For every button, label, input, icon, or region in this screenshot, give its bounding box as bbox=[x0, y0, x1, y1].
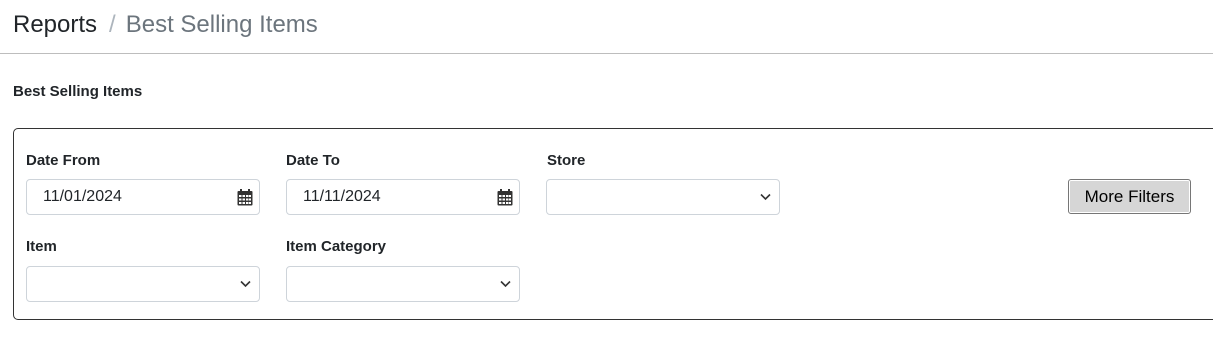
date-to-input[interactable]: 11/11/2024 bbox=[286, 179, 520, 215]
date-from-label: Date From bbox=[26, 152, 101, 169]
breadcrumb-reports[interactable]: Reports bbox=[13, 11, 97, 38]
item-category-select[interactable] bbox=[286, 266, 520, 302]
filter-panel: Date From 11/01/2024 Date To 11/11/2024 bbox=[13, 128, 1213, 320]
breadcrumb-current: Best Selling Items bbox=[125, 11, 318, 38]
breadcrumb-separator: / bbox=[109, 11, 116, 38]
section-title: Best Selling Items bbox=[13, 83, 143, 100]
calendar-icon[interactable] bbox=[237, 189, 253, 206]
report-page: Reports / Best Selling Items Best Selling … bbox=[0, 0, 1213, 349]
date-from-value: 11/01/2024 bbox=[43, 188, 122, 205]
item-category-label: Item Category bbox=[286, 238, 387, 255]
date-to-label: Date To bbox=[286, 152, 340, 169]
chevron-down-icon bbox=[240, 280, 251, 288]
date-to-value: 11/11/2024 bbox=[303, 188, 381, 205]
chevron-down-icon bbox=[500, 280, 511, 288]
store-select[interactable] bbox=[546, 179, 780, 215]
breadcrumb: Reports / Best Selling Items bbox=[13, 10, 318, 40]
date-from-input[interactable]: 11/01/2024 bbox=[26, 179, 260, 215]
header-divider bbox=[0, 53, 1213, 54]
more-filters-button[interactable]: More Filters bbox=[1068, 179, 1191, 214]
item-select[interactable] bbox=[26, 266, 260, 302]
store-label: Store bbox=[547, 152, 586, 169]
calendar-icon[interactable] bbox=[497, 189, 513, 206]
item-label: Item bbox=[26, 238, 57, 255]
chevron-down-icon bbox=[760, 193, 771, 201]
